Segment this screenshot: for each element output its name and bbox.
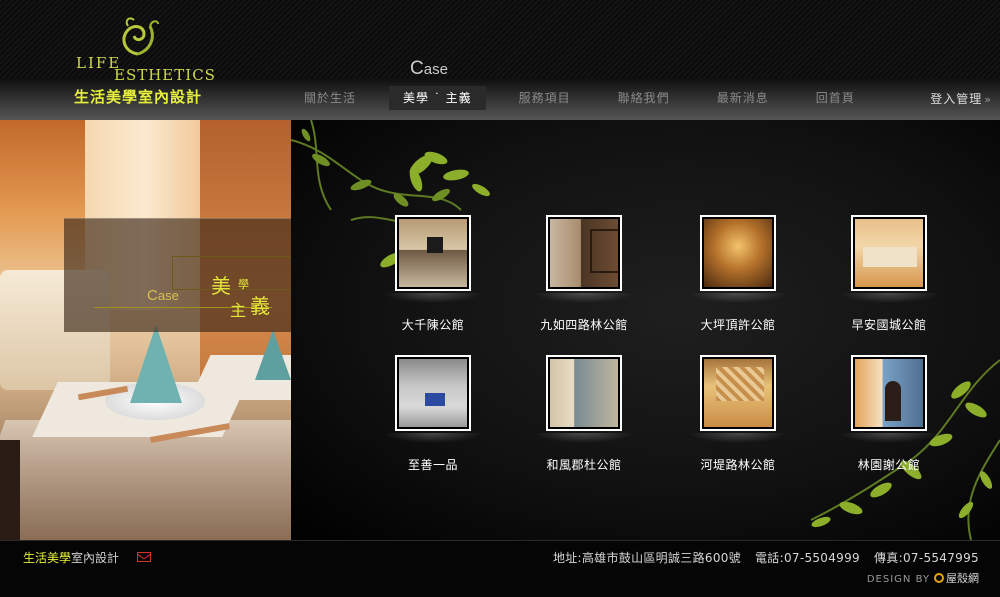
case-item[interactable]: 早安國城公館	[814, 215, 964, 333]
case-label[interactable]: 至善一品	[358, 456, 508, 473]
case-banner-initial: C	[147, 287, 158, 304]
design-by-label: DESIGN BY	[866, 574, 930, 585]
case-label[interactable]: 大千陳公館	[358, 316, 508, 333]
case-thumbnail[interactable]	[700, 215, 776, 291]
header: LIFE ESTHETICS 生活美學室內設計 Case 關於生活 美學 ˙ 主…	[0, 0, 1000, 120]
logo-esthetics-text: ESTHETICS	[114, 66, 216, 84]
section-title-initial: C	[410, 58, 424, 79]
section-title-rest: ase	[423, 61, 448, 78]
case-banner-rest: ase	[157, 288, 179, 303]
nav-item-aesthetics[interactable]: 美學 ˙ 主義	[389, 86, 486, 110]
case-item[interactable]: 河堤路林公館	[663, 355, 813, 473]
footer-address: 地址:高雄市鼓山區明誠三路600號	[552, 551, 741, 565]
case-item[interactable]: 大坪頂許公館	[663, 215, 813, 333]
thumbnail-reflection	[383, 433, 483, 443]
case-label[interactable]: 和風郡杜公館	[509, 456, 659, 473]
project-photo	[855, 359, 923, 427]
banner-char-mei: 美	[211, 274, 231, 298]
photo-glass-table	[0, 420, 291, 540]
design-credit[interactable]: DESIGN BY 屋殼網	[867, 570, 979, 586]
case-item[interactable]: 至善一品	[358, 355, 508, 473]
designer-logo-icon	[934, 573, 944, 583]
case-thumbnail[interactable]	[546, 215, 622, 291]
photo-chair	[0, 440, 20, 540]
case-thumbnail[interactable]	[851, 215, 927, 291]
case-label[interactable]: 河堤路林公館	[663, 456, 813, 473]
nav-item-news[interactable]: 最新消息	[703, 86, 783, 110]
thumbnail-reflection	[688, 293, 788, 303]
case-gallery: 大千陳公館 九如四路林公館 大坪頂許公館 早安國城公館 至善一品 和風郡杜公館	[291, 120, 1000, 540]
footer: 生活美學室內設計 地址:高雄市鼓山區明誠三路600號 電話:07-5504999 傳…	[0, 540, 1000, 597]
footer-fax: 傳真:07-5547995	[874, 551, 979, 565]
case-thumbnail[interactable]	[851, 355, 927, 431]
nav-item-services[interactable]: 服務項目	[505, 86, 585, 110]
banner-char-yi: 義	[250, 294, 270, 318]
case-grid: 大千陳公館 九如四路林公館 大坪頂許公館 早安國城公館 至善一品 和風郡杜公館	[291, 120, 1000, 540]
project-photo	[704, 359, 772, 427]
case-thumbnail[interactable]	[700, 355, 776, 431]
project-photo	[399, 219, 467, 287]
case-label[interactable]: 林園謝公館	[814, 456, 964, 473]
admin-login-link[interactable]: 登入管理»	[930, 90, 992, 107]
logo-chinese-text: 生活美學室內設計	[74, 88, 203, 106]
footer-brand: 生活美學室內設計	[23, 549, 119, 566]
project-photo	[550, 219, 618, 287]
nav-item-home[interactable]: 回首頁	[802, 86, 869, 110]
logo[interactable]: LIFE ESTHETICS 生活美學室內設計	[72, 14, 222, 109]
case-item[interactable]: 林園謝公館	[814, 355, 964, 473]
section-title: Case	[410, 58, 448, 80]
thumbnail-reflection	[534, 433, 634, 443]
case-label[interactable]: 九如四路林公館	[509, 316, 659, 333]
admin-login-label: 登入管理	[930, 92, 983, 106]
case-banner-word: Case	[147, 287, 179, 304]
case-thumbnail[interactable]	[395, 355, 471, 431]
photo-napkin	[130, 325, 182, 403]
case-thumbnail[interactable]	[395, 215, 471, 291]
mail-icon[interactable]	[137, 552, 151, 562]
designer-name: 屋殼網	[946, 572, 979, 585]
project-photo	[704, 219, 772, 287]
nav-item-about[interactable]: 關於生活	[290, 86, 370, 110]
case-label[interactable]: 大坪頂許公館	[663, 316, 813, 333]
photo-napkin	[255, 330, 291, 380]
nav-item-contact[interactable]: 聯絡我們	[604, 86, 684, 110]
thumbnail-reflection	[383, 293, 483, 303]
thumbnail-reflection	[839, 433, 939, 443]
case-thumbnail[interactable]	[546, 355, 622, 431]
project-photo	[550, 359, 618, 427]
project-photo	[399, 359, 467, 427]
case-item[interactable]: 大千陳公館	[358, 215, 508, 333]
footer-contact-info: 地址:高雄市鼓山區明誠三路600號 電話:07-5504999 傳真:07-5547…	[539, 549, 979, 566]
project-photo	[855, 219, 923, 287]
footer-phone: 電話:07-5504999	[755, 551, 860, 565]
case-item[interactable]: 九如四路林公館	[509, 215, 659, 333]
banner-char-zhu: 主	[230, 301, 247, 320]
footer-brand-highlight: 生活美學	[23, 551, 72, 565]
thumbnail-reflection	[839, 293, 939, 303]
main-nav: 關於生活 美學 ˙ 主義 服務項目 聯絡我們 最新消息 回首頁	[290, 86, 888, 110]
banner-char-xue: 學	[238, 278, 249, 291]
case-item[interactable]: 和風郡杜公館	[509, 355, 659, 473]
thumbnail-reflection	[688, 433, 788, 443]
double-chevron-right-icon: »	[984, 93, 992, 106]
footer-brand-rest: 室內設計	[71, 551, 120, 565]
case-label[interactable]: 早安國城公館	[814, 316, 964, 333]
thumbnail-reflection	[534, 293, 634, 303]
